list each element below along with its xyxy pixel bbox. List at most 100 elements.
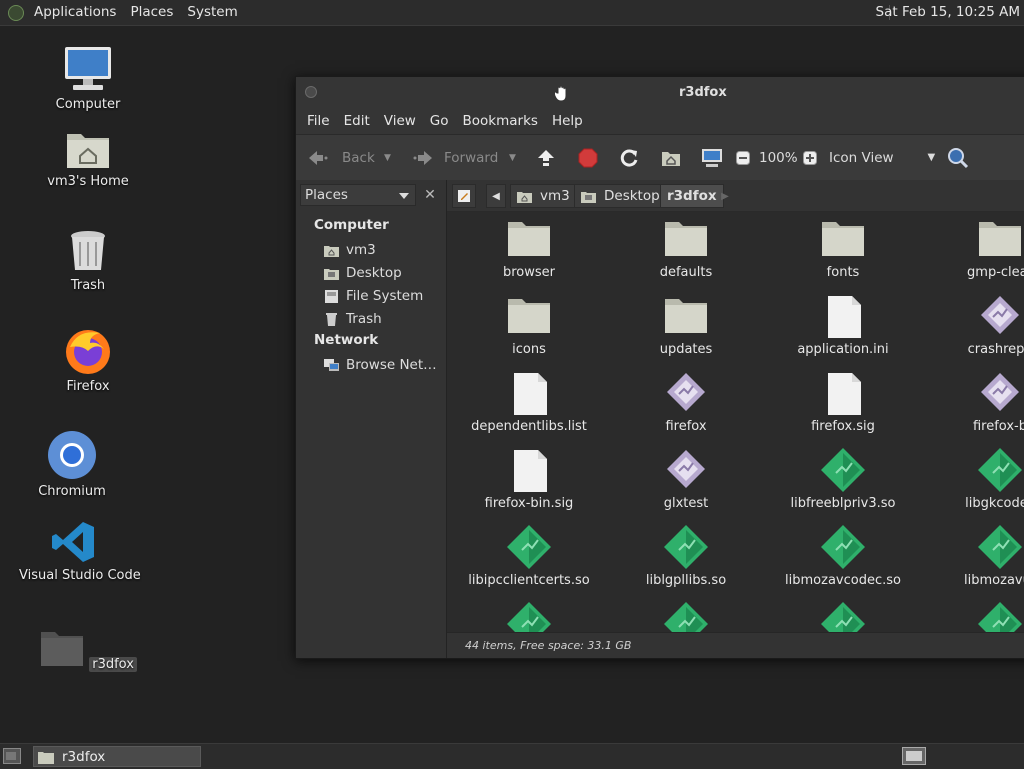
desktop-vscode[interactable]: Visual Studio Code xyxy=(19,520,141,583)
window-menu-icon[interactable] xyxy=(305,86,317,98)
forward-history-dropdown[interactable]: ▼ xyxy=(509,135,516,180)
breadcrumb-desktop[interactable]: Desktop xyxy=(574,184,667,208)
file-item[interactable]: firefox.sig xyxy=(778,366,908,442)
file-item[interactable]: libmozavut xyxy=(935,520,1024,596)
grab-hand-icon xyxy=(553,85,569,105)
file-item[interactable]: firefox-b xyxy=(935,366,1024,442)
breadcrumb-scroll-right-button[interactable]: ▶ xyxy=(715,184,735,208)
menu-view[interactable]: View xyxy=(377,113,423,129)
file-item[interactable]: libipcclientcerts.so xyxy=(464,520,594,596)
home-folder-icon xyxy=(67,134,109,168)
stop-button[interactable] xyxy=(578,135,598,180)
sidebar-selector[interactable]: Places xyxy=(300,184,416,206)
search-button[interactable] xyxy=(947,135,969,180)
file-item[interactable]: fonts xyxy=(778,212,908,288)
file-name: libmozavcodec.so xyxy=(785,573,901,588)
zoom-level[interactable]: 100% xyxy=(759,135,798,180)
library-file-icon xyxy=(978,525,1022,569)
file-item[interactable] xyxy=(778,597,908,632)
file-item[interactable] xyxy=(935,597,1024,632)
up-button[interactable] xyxy=(536,135,556,180)
menubar: File Edit View Go Bookmarks Help xyxy=(296,108,1024,134)
workspace-switcher[interactable] xyxy=(902,747,926,769)
file-item[interactable]: libgkcodec xyxy=(935,443,1024,519)
file-name: icons xyxy=(512,342,546,357)
file-name: firefox-bin.sig xyxy=(484,496,574,511)
desktop-computer[interactable]: Computer xyxy=(33,45,143,112)
clock[interactable]: Sat Feb 15, 10:25 AM xyxy=(876,0,1020,25)
file-item[interactable]: firefox-bin.sig xyxy=(464,443,594,519)
sidebar-close-button[interactable]: ✕ xyxy=(420,184,440,206)
file-name: liblgpllibs.so xyxy=(645,573,727,588)
menu-edit[interactable]: Edit xyxy=(337,113,377,129)
sidebar-item-file-system[interactable]: File System xyxy=(324,285,423,307)
zoom-in-button[interactable] xyxy=(803,135,817,180)
library-file-icon xyxy=(821,448,865,492)
text-file-icon xyxy=(514,373,547,415)
file-item[interactable]: application.ini xyxy=(778,289,908,365)
sidebar-item-desktop[interactable]: Desktop xyxy=(324,262,402,284)
breadcrumb-scroll-left-button[interactable]: ◀ xyxy=(486,184,506,208)
file-item[interactable]: icons xyxy=(464,289,594,365)
file-item[interactable]: browser xyxy=(464,212,594,288)
taskbar-window-label: r3dfox xyxy=(62,748,106,765)
file-name: browser xyxy=(502,265,555,280)
location-bar: ◀ vm3 Desktop r3dfox ▶ xyxy=(447,180,1024,212)
file-item[interactable]: gmp-clear xyxy=(935,212,1024,288)
back-button[interactable]: Back xyxy=(308,135,375,180)
window-titlebar[interactable]: r3dfox xyxy=(296,77,1024,108)
desktop-trash[interactable]: Trash xyxy=(33,228,143,293)
zoom-out-button[interactable] xyxy=(736,135,750,180)
toggle-location-entry-button[interactable] xyxy=(452,184,476,208)
forward-button[interactable]: Forward xyxy=(411,135,498,180)
show-desktop-button[interactable] xyxy=(3,748,21,768)
desktop-r3dfox-folder[interactable]: r3dfox xyxy=(33,628,143,672)
menu-file[interactable]: File xyxy=(300,113,337,129)
breadcrumb-vm3[interactable]: vm3 xyxy=(510,184,577,208)
desktop-icon-label: Visual Studio Code xyxy=(19,568,141,583)
menu-go[interactable]: Go xyxy=(423,113,456,129)
statusbar: 44 items, Free space: 33.1 GB xyxy=(447,632,1024,658)
view-mode-select[interactable]: Icon View ▼ xyxy=(829,135,935,180)
breadcrumb-label: Desktop xyxy=(604,188,660,204)
home-button[interactable] xyxy=(661,135,681,180)
desktop-chromium[interactable]: Chromium xyxy=(17,430,127,499)
menu-bookmarks[interactable]: Bookmarks xyxy=(456,113,545,129)
file-item[interactable]: updates xyxy=(621,289,751,365)
places-menu[interactable]: Places xyxy=(123,0,180,25)
sidebar-item-trash[interactable]: Trash xyxy=(324,308,382,330)
taskbar-window-button[interactable]: r3dfox xyxy=(33,746,201,767)
file-item[interactable]: liblgpllibs.so xyxy=(621,520,751,596)
back-history-dropdown[interactable]: ▼ xyxy=(384,135,391,180)
stop-icon xyxy=(578,148,598,167)
file-item[interactable]: defaults xyxy=(621,212,751,288)
desktop-home[interactable]: vm3's Home xyxy=(33,128,143,189)
file-item[interactable]: glxtest xyxy=(621,443,751,519)
zoom-in-icon xyxy=(803,150,817,165)
sidebar-heading-network: Network xyxy=(314,332,379,348)
file-item[interactable]: libmozavcodec.so xyxy=(778,520,908,596)
library-file-icon xyxy=(507,602,551,632)
file-item[interactable] xyxy=(621,597,751,632)
sidebar-item-vm3[interactable]: vm3 xyxy=(324,239,376,261)
desktop-icon-label: vm3's Home xyxy=(47,174,129,189)
file-item[interactable]: dependentlibs.list xyxy=(464,366,594,442)
file-item[interactable]: crashrepo xyxy=(935,289,1024,365)
file-name: updates xyxy=(659,342,713,357)
file-item[interactable]: firefox xyxy=(621,366,751,442)
desktop-icon-label: Firefox xyxy=(66,379,110,394)
top-panel: Applications Places System Sat Feb 15, 1… xyxy=(0,0,1024,26)
file-name: firefox.sig xyxy=(811,419,875,434)
file-item[interactable]: libfreeblpriv3.so xyxy=(778,443,908,519)
app-menu-logo-icon[interactable] xyxy=(8,4,24,21)
reload-button[interactable] xyxy=(619,135,639,180)
sidebar-item-browse-network[interactable]: Browse Net… xyxy=(324,354,437,376)
system-menu[interactable]: System xyxy=(180,0,244,25)
applications-menu[interactable]: Applications xyxy=(27,0,123,25)
file-name: libgkcodec xyxy=(965,496,1024,511)
desktop-firefox[interactable]: Firefox xyxy=(33,327,143,394)
file-item[interactable] xyxy=(464,597,594,632)
computer-button[interactable] xyxy=(701,135,723,180)
menu-help[interactable]: Help xyxy=(545,113,590,129)
folder-icon xyxy=(665,299,707,333)
